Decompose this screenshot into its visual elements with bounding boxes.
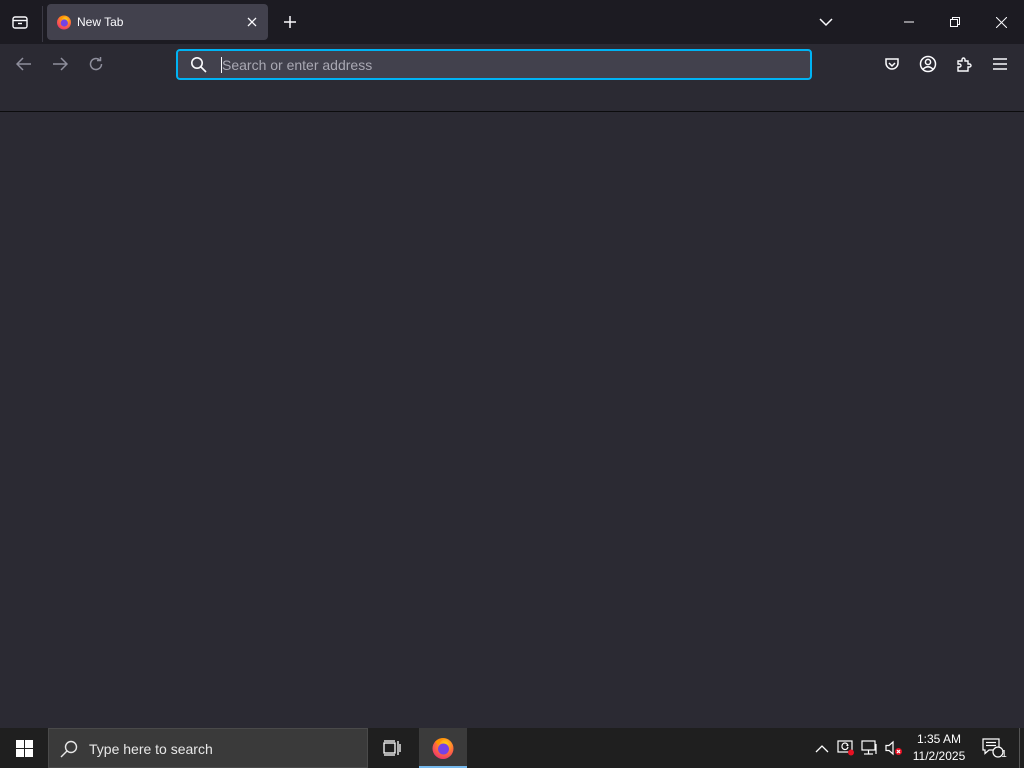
pocket-icon [884, 56, 900, 72]
hamburger-menu-icon [993, 58, 1007, 70]
taskbar-search-box[interactable]: Type here to search [48, 728, 368, 768]
address-input[interactable] [222, 53, 802, 77]
forward-button[interactable] [46, 50, 74, 78]
chevron-up-icon [815, 744, 829, 753]
show-hidden-icons-button[interactable] [810, 736, 834, 760]
forward-arrow-icon [52, 57, 68, 71]
search-icon [59, 739, 79, 759]
tab-separator [42, 6, 43, 42]
minimize-icon [904, 17, 914, 27]
taskbar-search-placeholder: Type here to search [89, 741, 213, 757]
close-icon[interactable] [243, 13, 261, 31]
back-button[interactable] [10, 50, 38, 78]
firefox-icon [56, 14, 72, 30]
tab-strip: New Tab [0, 0, 1024, 44]
new-tab-button[interactable] [276, 8, 304, 36]
account-icon [919, 55, 937, 73]
tab-list-icon [11, 13, 29, 31]
network-icon [861, 740, 879, 756]
clock-time: 1:35 AM [916, 732, 962, 746]
close-window-button[interactable] [978, 0, 1024, 44]
extensions-button[interactable] [950, 50, 978, 78]
tab-title: New Tab [77, 15, 124, 29]
taskbar: Type here to search 1:35 AM 11/2/2025 [0, 728, 1024, 768]
save-to-pocket-button[interactable] [878, 50, 906, 78]
chevron-down-icon [819, 17, 833, 27]
tab-new-tab[interactable]: New Tab [47, 4, 268, 40]
restore-button[interactable] [932, 0, 978, 44]
minimize-button[interactable] [886, 0, 932, 44]
start-button[interactable] [0, 728, 48, 768]
windows-logo-icon [15, 739, 33, 757]
close-icon [995, 16, 1007, 28]
restore-icon [950, 17, 960, 27]
address-bar[interactable] [176, 49, 812, 80]
list-all-tabs-button[interactable] [812, 8, 840, 36]
tab-list-button[interactable] [6, 8, 34, 36]
system-clock[interactable]: 1:35 AM 11/2/2025 [908, 731, 970, 767]
task-view-icon [383, 740, 401, 756]
page-content[interactable] [0, 113, 1024, 728]
back-arrow-icon [16, 57, 32, 71]
plus-icon [283, 15, 297, 29]
reload-icon [88, 56, 104, 72]
notification-count-badge: 1 [1001, 749, 1007, 760]
network-tray-button[interactable] [858, 736, 882, 760]
reload-button[interactable] [82, 50, 110, 78]
volume-tray-button[interactable] [882, 736, 906, 760]
navigation-toolbar [0, 44, 1024, 84]
clock-date: 11/2/2025 [912, 749, 966, 763]
task-view-button[interactable] [368, 728, 416, 768]
firefox-icon [431, 736, 455, 760]
search-icon [190, 56, 207, 73]
toolbar-spacer [0, 84, 1024, 112]
security-icon [837, 740, 855, 756]
account-button[interactable] [914, 50, 942, 78]
show-desktop-button[interactable] [1019, 728, 1024, 768]
puzzle-icon [956, 56, 973, 73]
volume-muted-icon [885, 740, 903, 756]
application-menu-button[interactable] [986, 50, 1014, 78]
taskbar-firefox-button[interactable] [419, 728, 467, 768]
security-tray-button[interactable] [834, 736, 858, 760]
